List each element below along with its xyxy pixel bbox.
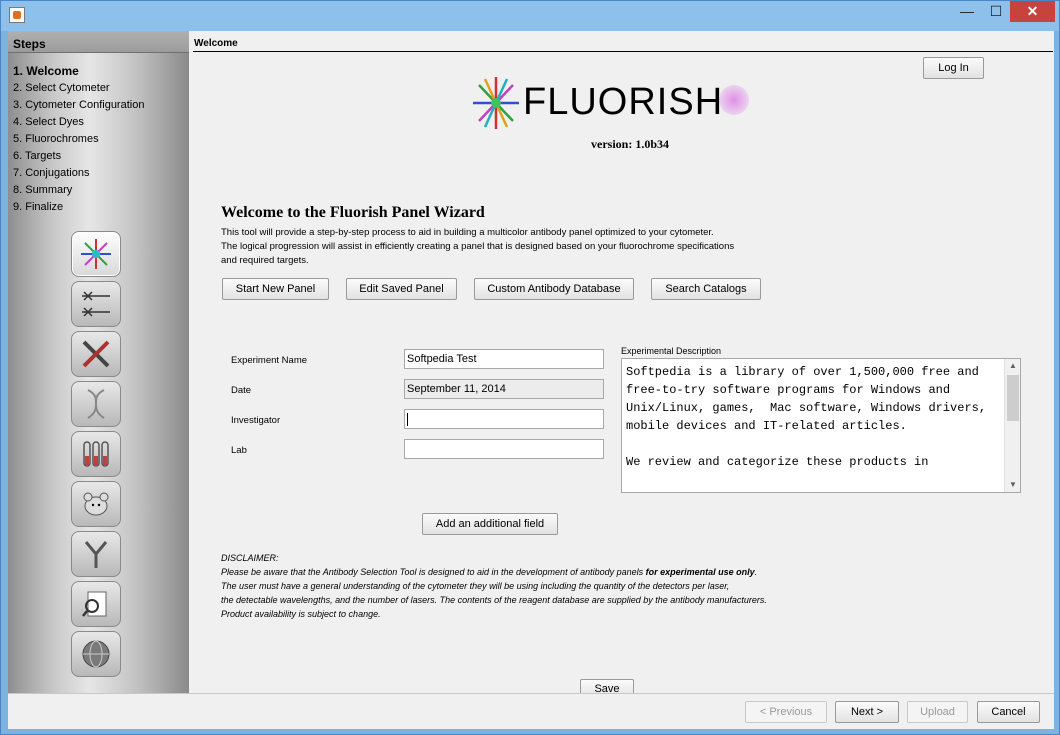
- cancel-button[interactable]: Cancel: [977, 701, 1040, 723]
- step-summary[interactable]: 8. Summary: [13, 183, 144, 200]
- test-tubes-icon[interactable]: [71, 431, 121, 477]
- antibody-icon[interactable]: [71, 531, 121, 577]
- step-select-cytometer[interactable]: 2. Select Cytometer: [13, 81, 144, 98]
- disclaimer-line: The user must have a general understandi…: [221, 581, 730, 591]
- java-app-icon: [9, 7, 25, 23]
- maximize-button[interactable]: ☐: [982, 1, 1010, 22]
- step-targets[interactable]: 6. Targets: [13, 149, 144, 166]
- date-field[interactable]: September 11, 2014: [404, 379, 604, 399]
- log-in-button[interactable]: Log In: [923, 57, 984, 79]
- laser-icon[interactable]: [71, 281, 121, 327]
- disclaimer-line: Please be aware that the Antibody Select…: [221, 567, 758, 577]
- globe-icon[interactable]: [71, 631, 121, 677]
- version-label: version: 1.0b34: [591, 137, 669, 151]
- welcome-title: Welcome to the Fluorish Panel Wizard: [221, 204, 485, 221]
- lab-label: Lab: [231, 445, 247, 456]
- scroll-up-icon[interactable]: ▲: [1005, 359, 1020, 373]
- next-button[interactable]: Next >: [835, 701, 899, 723]
- description-scrollbar[interactable]: ▲ ▼: [1004, 359, 1020, 492]
- fluorish-starburst-icon[interactable]: [71, 231, 121, 277]
- experiment-name-label: Experiment Name: [231, 355, 308, 366]
- dna-icon[interactable]: [71, 381, 121, 427]
- client-area: Steps 1. Welcome 2. Select Cytometer 3. …: [8, 31, 1054, 729]
- experimental-description-text: Softpedia is a library of over 1,500,000…: [626, 365, 987, 469]
- document-search-icon[interactable]: [71, 581, 121, 627]
- title-bar[interactable]: — ☐ ✕: [1, 1, 1059, 31]
- minimize-button[interactable]: —: [953, 1, 981, 22]
- disclaimer-title: DISCLAIMER:: [221, 553, 279, 563]
- main-panel: Welcome Log In FLUORISH version: 1.0b34 …: [189, 31, 1054, 699]
- add-additional-field-button[interactable]: Add an additional field: [422, 513, 558, 535]
- step-icons: [71, 231, 123, 681]
- previous-button[interactable]: < Previous: [745, 701, 827, 723]
- main-header: Welcome: [193, 38, 1053, 52]
- logo-text: FLUORISH: [523, 81, 724, 123]
- step-select-dyes[interactable]: 4. Select Dyes: [13, 115, 144, 132]
- experiment-name-field[interactable]: Softpedia Test: [404, 349, 604, 369]
- step-fluorochromes[interactable]: 5. Fluorochromes: [13, 132, 144, 149]
- intro-line: and required targets.: [221, 255, 309, 266]
- intro-line: This tool will provide a step-by-step pr…: [221, 227, 714, 238]
- fluorish-logo: FLUORISH: [471, 73, 771, 133]
- investigator-label: Investigator: [231, 415, 281, 426]
- scroll-thumb[interactable]: [1007, 375, 1019, 421]
- steps-list: 1. Welcome 2. Select Cytometer 3. Cytome…: [13, 64, 144, 217]
- steps-title: Steps: [13, 37, 46, 51]
- experimental-description-label: Experimental Description: [621, 346, 722, 356]
- custom-antibody-database-button[interactable]: Custom Antibody Database: [474, 278, 634, 300]
- disclaimer-line: the detectable wavelengths, and the numb…: [221, 595, 767, 605]
- logo-starburst-icon: [473, 77, 519, 129]
- step-welcome[interactable]: 1. Welcome: [13, 64, 144, 81]
- intro-line: The logical progression will assist in e…: [221, 241, 735, 252]
- investigator-field[interactable]: [404, 409, 604, 429]
- logo-glow: [719, 85, 749, 115]
- step-finalize[interactable]: 9. Finalize: [13, 200, 144, 217]
- experimental-description-textarea[interactable]: Softpedia is a library of over 1,500,000…: [621, 358, 1021, 493]
- disclaimer-line: Product availability is subject to chang…: [221, 609, 381, 619]
- disclaimer: DISCLAIMER: Please be aware that the Ant…: [221, 551, 767, 621]
- search-catalogs-button[interactable]: Search Catalogs: [651, 278, 761, 300]
- scroll-down-icon[interactable]: ▼: [1005, 478, 1020, 492]
- steps-sidebar: Steps 1. Welcome 2. Select Cytometer 3. …: [8, 31, 189, 693]
- step-conjugations[interactable]: 7. Conjugations: [13, 166, 144, 183]
- page-title: Welcome: [194, 38, 238, 49]
- tools-icon[interactable]: [71, 331, 121, 377]
- date-label: Date: [231, 385, 252, 396]
- steps-header: Steps: [8, 31, 189, 53]
- step-cytometer-configuration[interactable]: 3. Cytometer Configuration: [13, 98, 144, 115]
- app-window: — ☐ ✕ Steps 1. Welcome 2. Select Cytomet…: [0, 0, 1060, 735]
- text-caret: [407, 413, 408, 426]
- intro-text: This tool will provide a step-by-step pr…: [221, 226, 734, 268]
- edit-saved-panel-button[interactable]: Edit Saved Panel: [346, 278, 457, 300]
- upload-button[interactable]: Upload: [907, 701, 968, 723]
- mouse-icon[interactable]: [71, 481, 121, 527]
- wizard-footer: < Previous Next > Upload Cancel: [8, 693, 1054, 729]
- close-window-button[interactable]: ✕: [1010, 1, 1055, 22]
- start-new-panel-button[interactable]: Start New Panel: [222, 278, 329, 300]
- lab-field[interactable]: [404, 439, 604, 459]
